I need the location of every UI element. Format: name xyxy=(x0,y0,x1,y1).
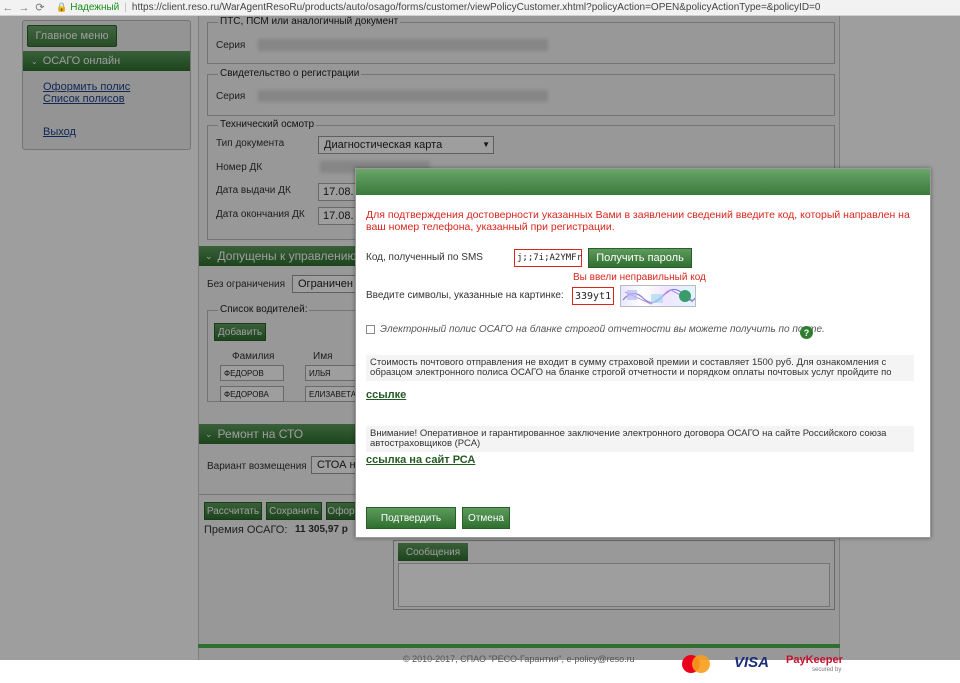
paykeeper-subtitle: secured by xyxy=(812,667,842,673)
modal-header xyxy=(356,169,930,195)
browser-bar: ← → ⟳ 🔒 Надежный | https://client.reso.r… xyxy=(0,0,960,16)
url-separator: | xyxy=(124,2,127,13)
footer-copyright: © 2010-2017, СПАО "РЕСО-Гарантия", e-pol… xyxy=(403,654,635,664)
rsa-info: Внимание! Оперативное и гарантированное … xyxy=(366,426,914,452)
rsa-site-link[interactable]: ссылка на сайт РСА xyxy=(366,454,475,466)
postal-policy-text: Электронный полис ОСАГО на бланке строго… xyxy=(380,324,825,335)
get-password-button[interactable]: Получить пароль xyxy=(588,248,692,268)
postal-info: Стоимость почтового отправления не входи… xyxy=(366,355,914,381)
postal-info-link[interactable]: ссылке xyxy=(366,389,406,401)
captcha-noise xyxy=(622,288,695,305)
secure-label: Надежный xyxy=(70,2,120,13)
reload-icon[interactable]: ⟳ xyxy=(32,1,48,14)
captcha-image xyxy=(620,285,696,307)
sms-confirm-modal: Для подтверждения достоверности указанны… xyxy=(355,168,931,538)
confirm-button[interactable]: Подтвердить xyxy=(366,507,456,529)
cancel-button[interactable]: Отмена xyxy=(462,507,510,529)
help-icon[interactable]: ? xyxy=(800,326,813,339)
address-bar[interactable]: https://client.reso.ru/WarAgentResoRu/pr… xyxy=(132,2,821,13)
lock-icon: 🔒 xyxy=(56,2,68,12)
paykeeper-logo: PayKeeper xyxy=(786,654,843,666)
mastercard-icon xyxy=(682,655,710,673)
visa-logo: VISA xyxy=(734,654,770,671)
captcha-input[interactable]: 339yt1 xyxy=(572,287,614,305)
modal-warning: Для подтверждения достоверности указанны… xyxy=(366,209,910,233)
forward-icon[interactable]: → xyxy=(16,2,32,14)
postal-policy-checkbox[interactable] xyxy=(366,325,375,334)
error-message: Вы ввели неправильный код xyxy=(573,272,706,283)
captcha-label: Введите символы, указанные на картинке: xyxy=(366,290,564,301)
sms-code-label: Код, полученный по SMS xyxy=(366,252,483,263)
sms-code-input[interactable]: j;;7i;A2YMFr xyxy=(514,249,582,267)
back-icon[interactable]: ← xyxy=(0,2,16,14)
footer-bar xyxy=(198,644,840,648)
